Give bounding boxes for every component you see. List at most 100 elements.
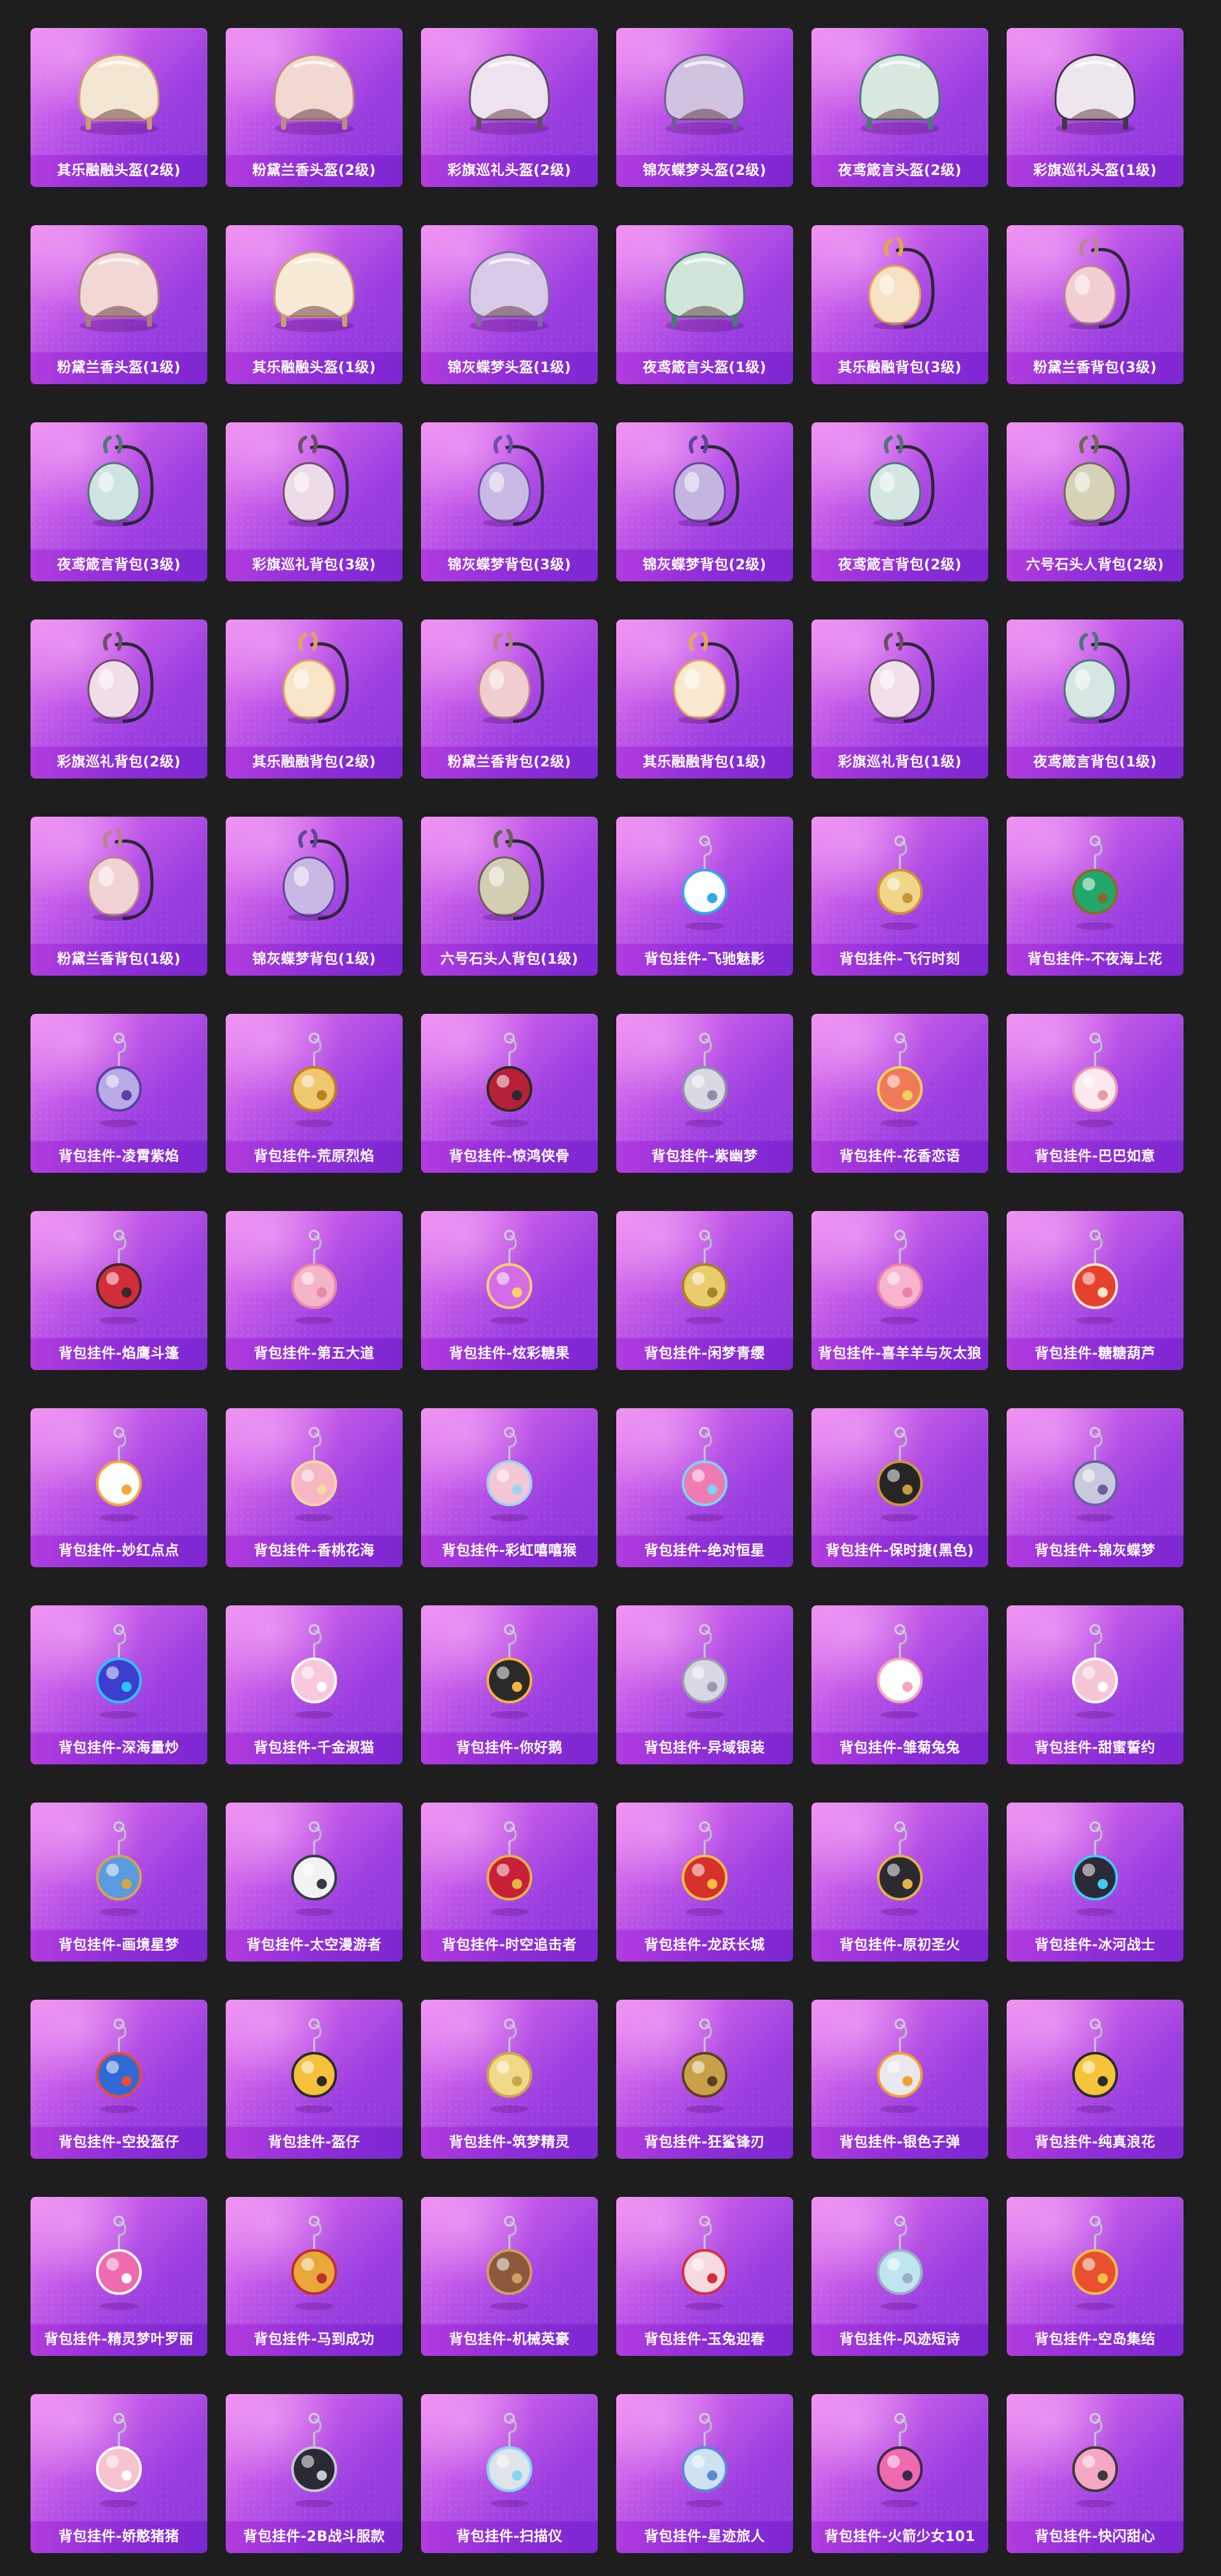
item-card[interactable]: 背包挂件-筑梦精灵: [421, 2000, 598, 2159]
item-card[interactable]: 背包挂件-空投盔仔: [31, 2000, 207, 2159]
item-card[interactable]: 背包挂件-风迹短诗: [811, 2197, 988, 2356]
astronaut-charm-icon: [291, 1821, 337, 1916]
item-label: 彩旗巡礼背包(3级): [226, 550, 403, 581]
backpack-icon: [87, 632, 154, 724]
item-card[interactable]: 背包挂件-火箭少女101: [811, 2394, 988, 2553]
item-card[interactable]: 粉黛兰香背包(1级): [31, 817, 207, 976]
item-label: 背包挂件-花香恋语: [811, 1141, 988, 1173]
item-card[interactable]: 背包挂件-纯真浪花: [1007, 2000, 1183, 2159]
item-card[interactable]: 背包挂件-快闪甜心: [1007, 2394, 1183, 2553]
item-card[interactable]: 夜鸢箴言背包(1级): [1007, 620, 1183, 779]
item-card[interactable]: 彩旗巡礼头盔(1级): [1007, 28, 1183, 187]
item-card[interactable]: 背包挂件-异域银装: [616, 1605, 793, 1764]
item-card[interactable]: 背包挂件-巴巴如意: [1007, 1014, 1183, 1173]
backpack-icon: [478, 434, 544, 527]
backpack-icon: [1063, 632, 1130, 724]
item-card[interactable]: 背包挂件-花香恋语: [811, 1014, 988, 1173]
item-card[interactable]: 背包挂件-冰河战士: [1007, 1803, 1183, 1962]
heart-charm-icon: [291, 1229, 337, 1324]
wrench-charm-icon: [1072, 2018, 1118, 2113]
item-card[interactable]: 背包挂件-喜羊羊与灰太狼: [811, 1211, 988, 1370]
item-card[interactable]: 锦灰蝶梦背包(2级): [616, 422, 793, 581]
gourd-charm-icon: [1072, 1229, 1118, 1324]
item-card[interactable]: 背包挂件-紫幽梦: [616, 1014, 793, 1173]
backpack-icon: [282, 632, 349, 724]
item-card[interactable]: 锦灰蝶梦背包(1级): [226, 817, 403, 976]
backpack-icon: [1063, 237, 1130, 329]
item-card[interactable]: 夜鸢箴言背包(2级): [811, 422, 988, 581]
item-card[interactable]: 粉黛兰香背包(2级): [421, 620, 598, 779]
item-card[interactable]: 背包挂件-荒原烈焰: [226, 1014, 403, 1173]
item-card[interactable]: 背包挂件-飞驰魅影: [616, 817, 793, 976]
silver-wings-charm-icon: [682, 1624, 728, 1719]
item-label: 其乐融融背包(3级): [811, 352, 988, 384]
item-card[interactable]: 背包挂件-时空追击者: [421, 1803, 598, 1962]
item-card[interactable]: 夜鸢箴言背包(3级): [31, 422, 207, 581]
item-card[interactable]: 背包挂件-机械英豪: [421, 2197, 598, 2356]
item-card[interactable]: 背包挂件-焰鹰斗篷: [31, 1211, 207, 1370]
item-card[interactable]: 背包挂件-画境星梦: [31, 1803, 207, 1962]
item-label: 背包挂件-玉兔迎春: [616, 2324, 793, 2356]
item-card[interactable]: 其乐融融背包(2级): [226, 620, 403, 779]
helmet-icon: [273, 53, 355, 135]
item-card[interactable]: 背包挂件-飞行时刻: [811, 817, 988, 976]
item-card[interactable]: 其乐融融头盔(1级): [226, 225, 403, 384]
item-card[interactable]: 背包挂件-精灵梦叶罗丽: [31, 2197, 207, 2356]
item-card[interactable]: 背包挂件-彩虹嘻嘻猴: [421, 1408, 598, 1567]
item-card[interactable]: 背包挂件-第五大道: [226, 1211, 403, 1370]
item-card[interactable]: 背包挂件-盔仔: [226, 2000, 403, 2159]
item-card[interactable]: 背包挂件-糖糖葫芦: [1007, 1211, 1183, 1370]
item-card[interactable]: 背包挂件-深海量炒: [31, 1605, 207, 1764]
item-card[interactable]: 六号石头人背包(2级): [1007, 422, 1183, 581]
item-card[interactable]: 其乐融融背包(3级): [811, 225, 988, 384]
item-card[interactable]: 背包挂件-绝对恒星: [616, 1408, 793, 1567]
item-card[interactable]: 夜鸢箴言头盔(1级): [616, 225, 793, 384]
item-card[interactable]: 夜鸢箴言头盔(2级): [811, 28, 988, 187]
item-card[interactable]: 背包挂件-不夜海上花: [1007, 817, 1183, 976]
item-card[interactable]: 背包挂件-保时捷(黑色): [811, 1408, 988, 1567]
item-card[interactable]: 背包挂件-狂鲨锋刃: [616, 2000, 793, 2159]
item-card[interactable]: 背包挂件-妙红点点: [31, 1408, 207, 1567]
item-card[interactable]: 背包挂件-甜蜜誓约: [1007, 1605, 1183, 1764]
item-card[interactable]: 背包挂件-你好鹅: [421, 1605, 598, 1764]
item-card[interactable]: 背包挂件-龙跃长城: [616, 1803, 793, 1962]
item-card[interactable]: 背包挂件-闲梦青缨: [616, 1211, 793, 1370]
item-card[interactable]: 背包挂件-空岛集结: [1007, 2197, 1183, 2356]
item-card[interactable]: 锦灰蝶梦头盔(2级): [616, 28, 793, 187]
item-card[interactable]: 背包挂件-2B战斗服款: [226, 2394, 403, 2553]
item-card[interactable]: 锦灰蝶梦头盔(1级): [421, 225, 598, 384]
item-card[interactable]: 背包挂件-银色子弹: [811, 2000, 988, 2159]
item-card[interactable]: 背包挂件-雏菊兔兔: [811, 1605, 988, 1764]
item-card[interactable]: 背包挂件-炫彩糖果: [421, 1211, 598, 1370]
item-card[interactable]: 粉黛兰香背包(3级): [1007, 225, 1183, 384]
item-card[interactable]: 粉黛兰香头盔(1级): [31, 225, 207, 384]
item-card[interactable]: 背包挂件-千金淑猫: [226, 1605, 403, 1764]
item-card[interactable]: 彩旗巡礼背包(3级): [226, 422, 403, 581]
blade-charm-icon: [682, 2018, 728, 2113]
item-label: 彩旗巡礼背包(2级): [31, 747, 207, 779]
cat-charm-icon: [1072, 1032, 1118, 1127]
item-card[interactable]: 背包挂件-娇憨猪猪: [31, 2394, 207, 2553]
emblem-charm-icon: [877, 1821, 923, 1916]
item-card[interactable]: 背包挂件-太空漫游者: [226, 1803, 403, 1962]
item-label: 背包挂件-雏菊兔兔: [811, 1733, 988, 1764]
item-card[interactable]: 背包挂件-香桃花海: [226, 1408, 403, 1567]
item-card[interactable]: 背包挂件-惊鸿侠骨: [421, 1014, 598, 1173]
item-card[interactable]: 其乐融融头盔(2级): [31, 28, 207, 187]
item-card[interactable]: 背包挂件-玉兔迎春: [616, 2197, 793, 2356]
item-card[interactable]: 背包挂件-凌霄紫焰: [31, 1014, 207, 1173]
item-card[interactable]: 锦灰蝶梦背包(3级): [421, 422, 598, 581]
item-card[interactable]: 粉黛兰香头盔(2级): [226, 28, 403, 187]
item-card[interactable]: 彩旗巡礼头盔(2级): [421, 28, 598, 187]
item-card[interactable]: 彩旗巡礼背包(1级): [811, 620, 988, 779]
item-card[interactable]: 六号石头人背包(1级): [421, 817, 598, 976]
item-label: 背包挂件-保时捷(黑色): [811, 1535, 988, 1567]
item-card[interactable]: 背包挂件-原初圣火: [811, 1803, 988, 1962]
item-card[interactable]: 背包挂件-马到成功: [226, 2197, 403, 2356]
item-card[interactable]: 其乐融融背包(1级): [616, 620, 793, 779]
item-card[interactable]: 背包挂件-星迹旅人: [616, 2394, 793, 2553]
item-card[interactable]: 背包挂件-锦灰蝶梦: [1007, 1408, 1183, 1567]
rocket-charm-icon: [682, 2413, 728, 2507]
item-card[interactable]: 背包挂件-扫描仪: [421, 2394, 598, 2553]
item-card[interactable]: 彩旗巡礼背包(2级): [31, 620, 207, 779]
